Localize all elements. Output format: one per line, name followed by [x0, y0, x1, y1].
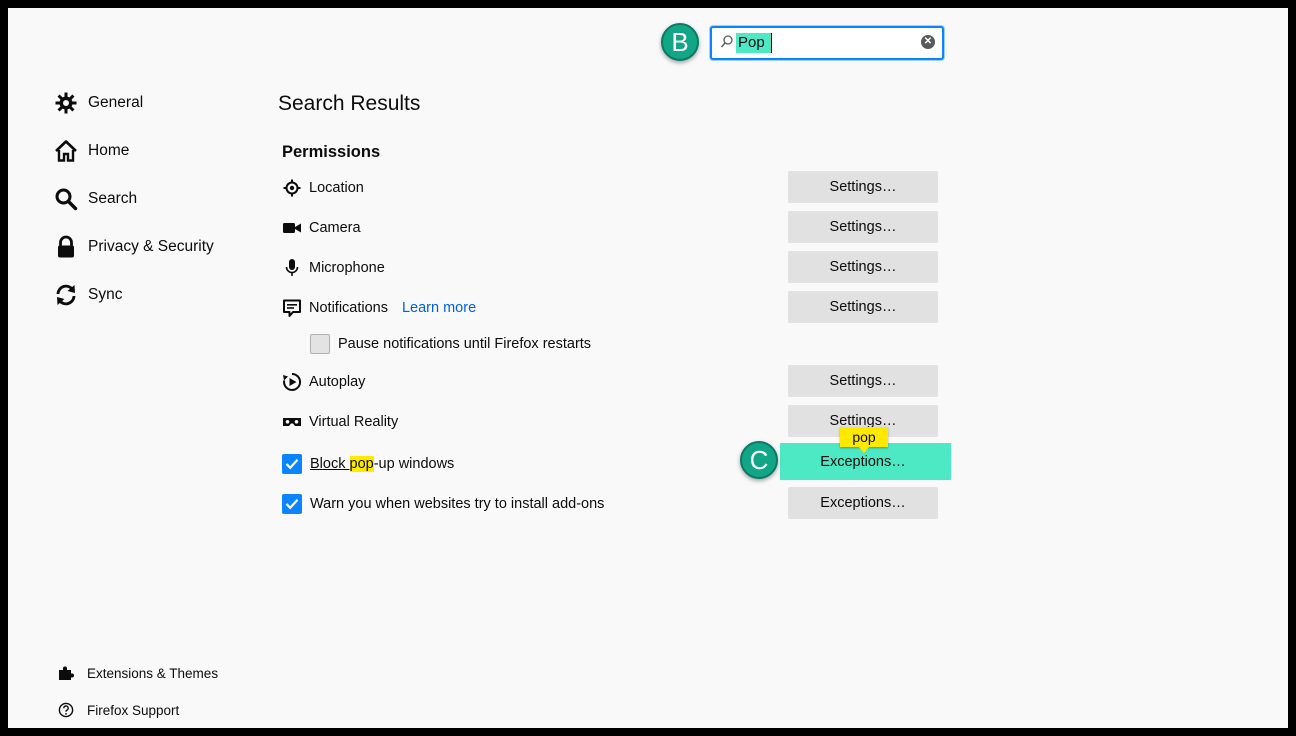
search-match-tooltip: pop [840, 427, 888, 453]
puzzle-icon [58, 665, 74, 681]
microphone-settings-button[interactable]: Settings… [788, 251, 938, 283]
section-heading: Permissions [282, 143, 381, 161]
sidebar-item-sync[interactable]: Sync [54, 278, 122, 312]
permission-label: Camera [309, 220, 361, 236]
location-settings-button[interactable]: Settings… [788, 171, 938, 203]
block-popups-label-post: -up windows [373, 456, 455, 472]
sidebar-item-label: Home [88, 142, 130, 159]
help-icon [58, 702, 74, 718]
permission-row-microphone: Microphone [282, 252, 385, 284]
search-match-highlight: pop [349, 456, 374, 472]
warn-addons-label: Warn you when websites try to install ad… [310, 496, 605, 512]
permission-label: Virtual Reality [309, 414, 399, 430]
permission-row-virtual-reality: Virtual Reality [282, 406, 398, 438]
callout-b: B [661, 23, 699, 61]
block-popups-label: Block pop-up windows [310, 456, 454, 472]
permission-row-notifications: Notifications Learn more [282, 292, 476, 324]
clear-search-icon[interactable]: ✕ [921, 35, 935, 49]
sidebar-item-search[interactable]: Search [54, 182, 137, 216]
addons-exceptions-button[interactable]: Exceptions… [788, 487, 938, 519]
sidebar-footer-label: Firefox Support [87, 702, 180, 718]
location-icon [282, 178, 302, 198]
sidebar-item-label: Search [88, 190, 138, 207]
sidebar-item-home[interactable]: Home [54, 134, 129, 168]
microphone-icon [282, 258, 302, 278]
autoplay-settings-button[interactable]: Settings… [788, 365, 938, 397]
permission-label: Location [309, 180, 364, 196]
block-popups-checkbox[interactable] [282, 454, 302, 474]
preferences-window: Pop ✕ B General Home Search Privacy & Se… [8, 8, 1288, 728]
warn-addons-checkbox[interactable] [282, 494, 302, 514]
block-popups-row: Block pop-up windows [282, 448, 454, 480]
lock-icon [54, 235, 78, 259]
permission-label: Notifications [309, 300, 388, 316]
block-popups-label-pre: Block [310, 456, 350, 472]
sidebar-item-label: Sync [88, 286, 123, 303]
learn-more-link[interactable]: Learn more [402, 300, 476, 316]
camera-icon [282, 218, 302, 238]
camera-settings-button[interactable]: Settings… [788, 211, 938, 243]
sidebar-footer-label: Extensions & Themes [87, 665, 219, 681]
autoplay-icon [282, 372, 302, 392]
page-title: Search Results [278, 92, 421, 115]
search-input-value[interactable]: Pop [736, 33, 772, 53]
warn-addons-row: Warn you when websites try to install ad… [282, 488, 604, 520]
callout-c: C [740, 441, 778, 479]
notifications-settings-button[interactable]: Settings… [788, 291, 938, 323]
pause-notifications-row: Pause notifications until Firefox restar… [310, 328, 591, 360]
search-input[interactable]: Pop ✕ [710, 26, 944, 60]
sidebar-item-label: General [88, 94, 144, 111]
sidebar-item-general[interactable]: General [54, 86, 143, 120]
permission-label: Autoplay [309, 374, 366, 390]
permission-row-camera: Camera [282, 212, 361, 244]
permission-row-location: Location [282, 172, 364, 204]
notifications-icon [282, 298, 302, 318]
gear-icon [54, 91, 78, 115]
search-icon [54, 187, 78, 211]
sidebar-item-privacy-security[interactable]: Privacy & Security [54, 230, 214, 264]
sidebar-item-label: Privacy & Security [88, 238, 214, 255]
home-icon [54, 139, 78, 163]
permission-label: Microphone [309, 260, 385, 276]
magnifier-icon [720, 35, 733, 48]
permission-row-autoplay: Autoplay [282, 366, 365, 398]
sidebar-firefox-support[interactable]: Firefox Support [58, 700, 179, 720]
sidebar-extensions-themes[interactable]: Extensions & Themes [58, 663, 218, 683]
sync-icon [54, 283, 78, 307]
pause-notifications-label: Pause notifications until Firefox restar… [338, 336, 592, 352]
vr-icon [282, 412, 302, 432]
pause-notifications-checkbox[interactable] [310, 334, 330, 354]
